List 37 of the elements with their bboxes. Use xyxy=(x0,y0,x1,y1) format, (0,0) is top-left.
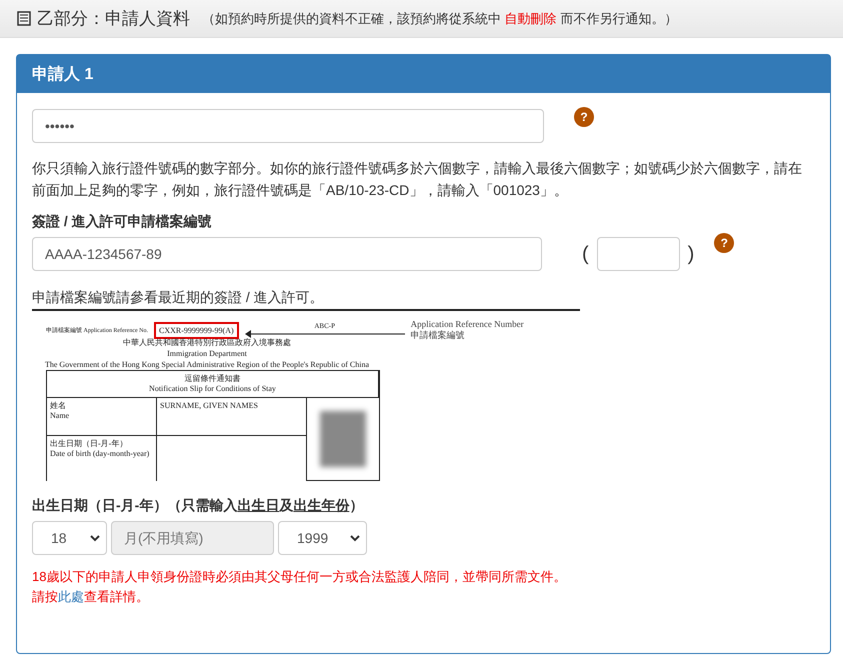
dob-label: 出生日期（日-月-年） xyxy=(50,439,128,449)
department-chinese: 中華人民共和國香港特別行政區政府入境事務處 xyxy=(122,337,292,348)
slip-title-chinese: 逗留條件通知書 xyxy=(184,374,242,384)
details-prompt: 請按 xyxy=(32,589,58,604)
travel-document-hint: 你只須輸入旅行證件號碼的數字部分。如你的旅行證件號碼多於六個數字，請輸入最後六個數字；如號碼少於六個數字，請在前面加上足夠的零字，例如，旅行證件號碼是「AB/10-23-CD」，請輸入「001023」。 xyxy=(32,159,803,200)
close-parenthesis: ) xyxy=(688,242,694,267)
details-link[interactable]: 此處 xyxy=(58,589,84,604)
help-icon[interactable]: ? xyxy=(574,107,594,127)
open-parenthesis: ( xyxy=(582,242,589,267)
section-title: 乙部分：申請人資料 xyxy=(37,8,190,30)
caret-icon xyxy=(90,534,100,542)
reference-label: 簽證 / 進入許可申請檔案編號 xyxy=(32,213,213,231)
reference-number: CXXR-9999999-99(A) xyxy=(154,322,239,338)
details-prompt: 查看詳情。 xyxy=(84,589,149,604)
reference-field[interactable]: AAAA-1234567-89 xyxy=(32,237,542,271)
callout-english: Application Reference Number xyxy=(410,319,524,330)
dob-label-english: Date of birth (day-month-year) xyxy=(50,449,150,459)
help-icon[interactable]: ? xyxy=(714,233,734,253)
slip-title-english: Notification Slip for Conditions of Stay xyxy=(148,384,277,394)
government-name: The Government of the Hong Kong Special Administrative Region of the People's Republic of China xyxy=(44,359,370,370)
photo-placeholder xyxy=(320,411,366,467)
name-value: SURNAME, GIVEN NAMES xyxy=(160,401,258,410)
arrow-icon xyxy=(244,330,405,338)
callout-chinese: 申請檔案編號 xyxy=(410,330,466,341)
minor-notice: 18歲以下的申請人申領身份證時必須由其父母任何一方或合法監護人陪同，並帶同所需文件。 xyxy=(32,568,568,586)
name-label: 姓名 xyxy=(50,401,67,411)
date-of-birth-label: 出生日期（日-月-年）（只需輸入出生日及出生年份） xyxy=(32,497,364,515)
travel-document-field[interactable]: •••••• xyxy=(32,109,544,143)
panel-title: 申請人 1 xyxy=(17,55,830,93)
check-digit-field[interactable] xyxy=(596,237,680,271)
section-note: （如預約時所提供的資料不正確，該預約將從系統中 自動刪除 而不作另行通知。） xyxy=(202,10,678,28)
department-english: Immigration Department xyxy=(166,348,248,359)
name-label-english: Name xyxy=(50,411,70,421)
caret-icon xyxy=(350,534,360,542)
select-field[interactable]: 18 xyxy=(32,521,107,555)
select-field[interactable]: 1999 xyxy=(278,521,367,555)
list-icon xyxy=(17,11,31,26)
